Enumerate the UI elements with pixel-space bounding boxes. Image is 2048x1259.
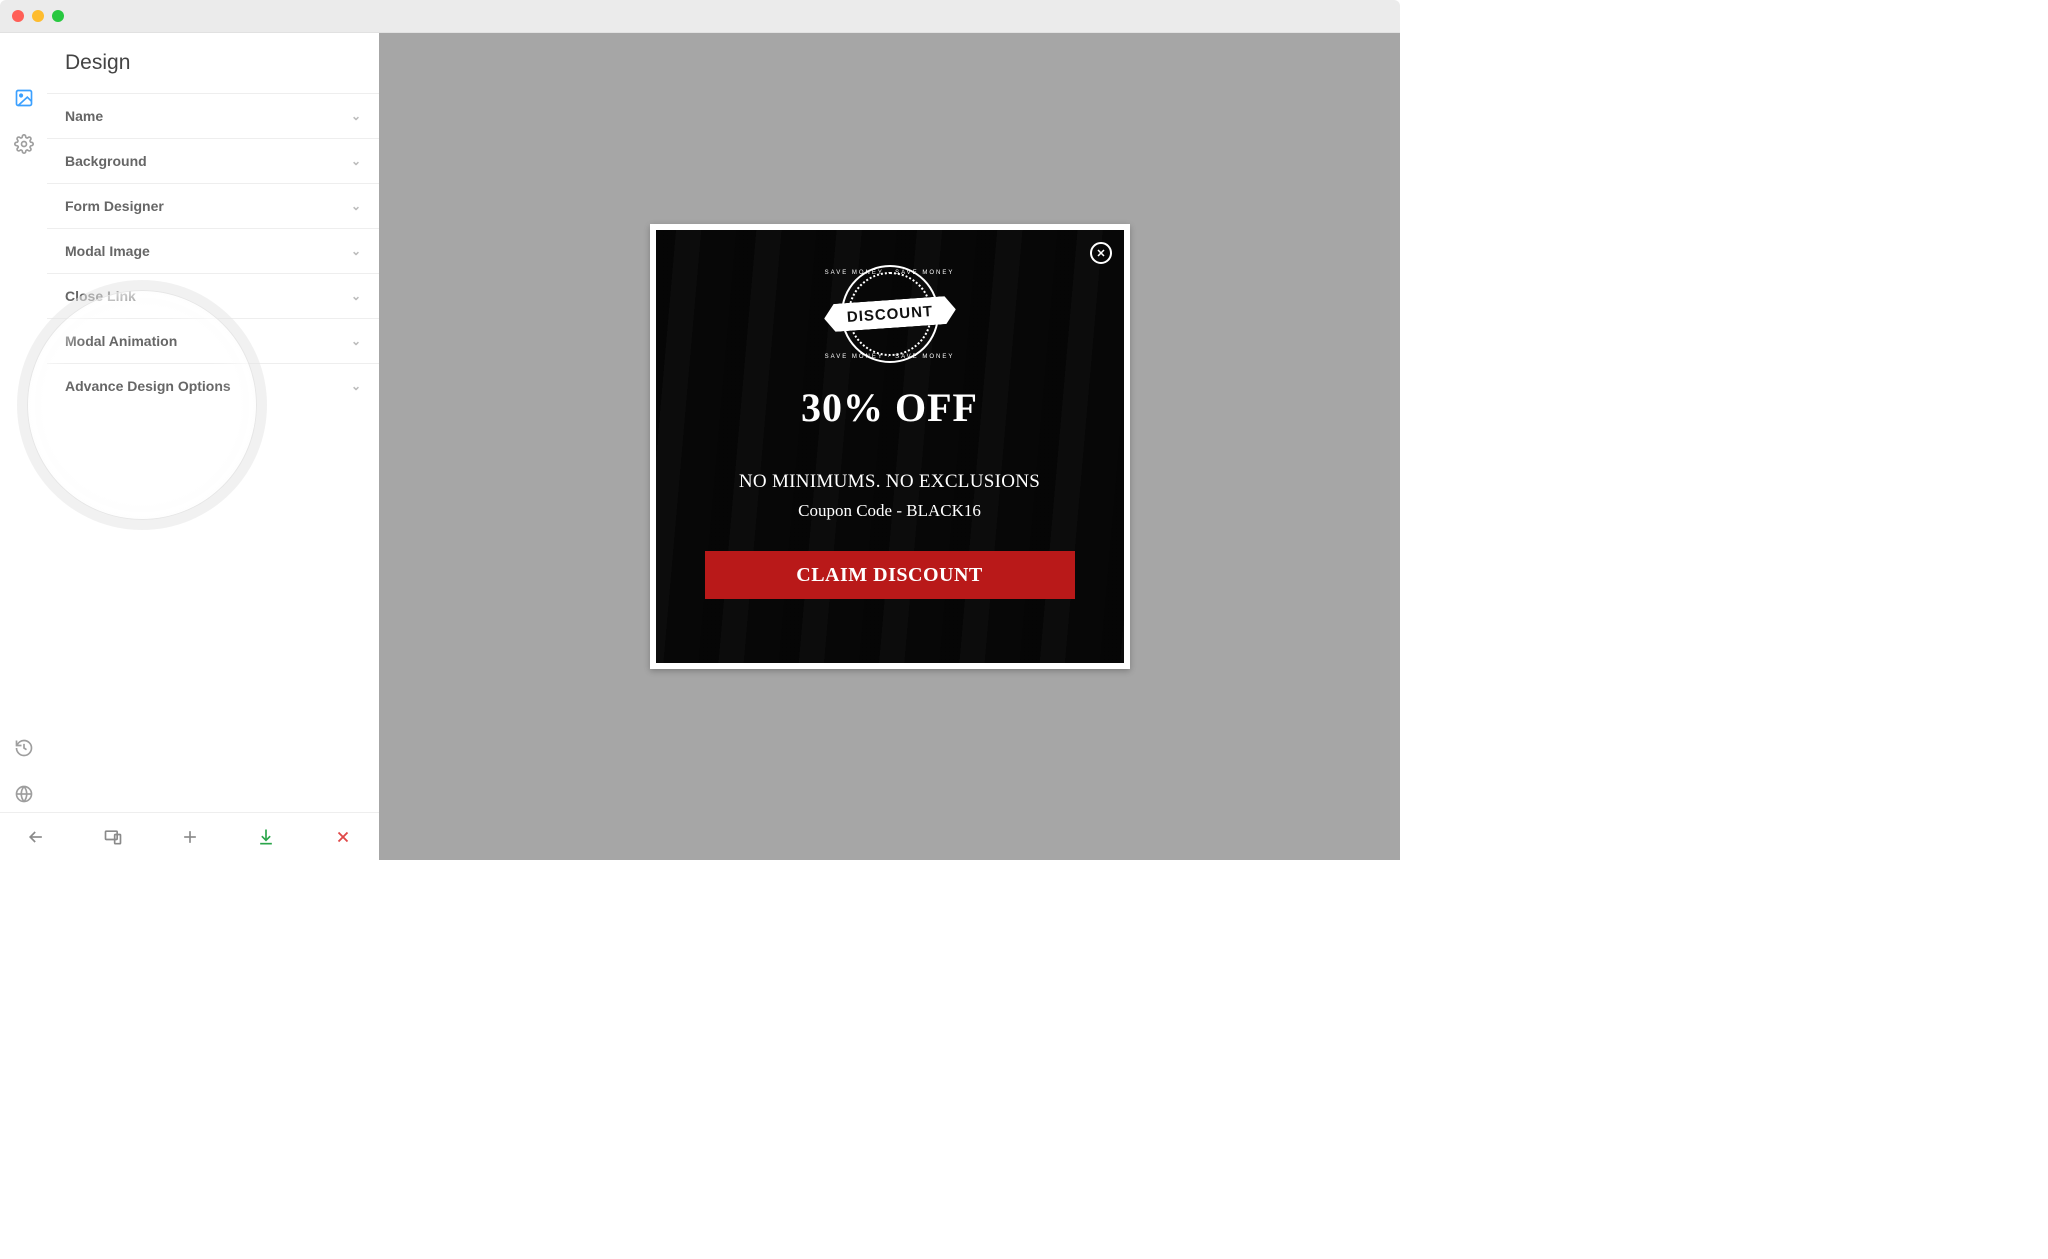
- left-rail: [0, 33, 47, 860]
- app-body: Design Name ⌄ Background ⌄ Form Designer…: [0, 33, 1400, 860]
- history-icon[interactable]: [14, 738, 34, 758]
- image-tab-icon[interactable]: [14, 88, 34, 108]
- bottom-toolbar: [0, 812, 379, 860]
- design-sidebar: Design Name ⌄ Background ⌄ Form Designer…: [47, 33, 379, 860]
- chevron-down-icon: ⌄: [351, 154, 361, 168]
- window-minimize-button[interactable]: [32, 10, 44, 22]
- settings-tab-icon[interactable]: [14, 134, 34, 154]
- accordion-label: Form Designer: [65, 198, 164, 214]
- delete-button[interactable]: [331, 825, 355, 849]
- accordion-label: Advance Design Options: [65, 378, 231, 394]
- modal-background: SAVE MONEY · SAVE MONEY DISCOUNT SAVE MO…: [656, 230, 1124, 663]
- accordion-background[interactable]: Background ⌄: [47, 138, 379, 183]
- window-titlebar: [0, 0, 1400, 33]
- preview-canvas: SAVE MONEY · SAVE MONEY DISCOUNT SAVE MO…: [379, 33, 1400, 860]
- add-button[interactable]: [178, 825, 202, 849]
- modal-subtext-1: NO MINIMUMS. NO EXCLUSIONS: [739, 471, 1040, 493]
- chevron-down-icon: ⌄: [351, 289, 361, 303]
- claim-discount-button[interactable]: CLAIM DISCOUNT: [705, 551, 1075, 599]
- modal-close-button[interactable]: [1090, 242, 1112, 264]
- chevron-down-icon: ⌄: [351, 199, 361, 213]
- badge-arc-text-top: SAVE MONEY · SAVE MONEY: [825, 270, 955, 276]
- accordion-label: Name: [65, 108, 103, 124]
- accordion-modal-animation[interactable]: Modal Animation ⌄: [47, 318, 379, 363]
- accordion-form-designer[interactable]: Form Designer ⌄: [47, 183, 379, 228]
- accordion-label: Background: [65, 153, 147, 169]
- window-close-button[interactable]: [12, 10, 24, 22]
- badge-arc-text-bottom: SAVE MONEY · SAVE MONEY: [825, 354, 955, 360]
- discount-badge: SAVE MONEY · SAVE MONEY DISCOUNT SAVE MO…: [830, 260, 950, 368]
- app-window: Design Name ⌄ Background ⌄ Form Designer…: [0, 0, 1400, 860]
- chevron-down-icon: ⌄: [351, 334, 361, 348]
- chevron-down-icon: ⌄: [351, 109, 361, 123]
- accordion-label: Modal Animation: [65, 333, 177, 349]
- modal-preview: SAVE MONEY · SAVE MONEY DISCOUNT SAVE MO…: [650, 224, 1130, 669]
- window-zoom-button[interactable]: [52, 10, 64, 22]
- modal-headline: 30% OFF: [801, 384, 978, 431]
- sidebar-title: Design: [47, 33, 379, 93]
- accordion-advance-design-options[interactable]: Advance Design Options ⌄: [47, 363, 379, 408]
- accordion-close-link[interactable]: Close Link ⌄: [47, 273, 379, 318]
- chevron-down-icon: ⌄: [351, 244, 361, 258]
- back-button[interactable]: [24, 825, 48, 849]
- save-button[interactable]: [254, 825, 278, 849]
- accordion-name[interactable]: Name ⌄: [47, 93, 379, 138]
- accordion-modal-image[interactable]: Modal Image ⌄: [47, 228, 379, 273]
- modal-subtext-2: Coupon Code - BLACK16: [798, 501, 981, 521]
- chevron-down-icon: ⌄: [351, 379, 361, 393]
- accordion-label: Modal Image: [65, 243, 150, 259]
- devices-button[interactable]: [101, 825, 125, 849]
- accordion-label: Close Link: [65, 288, 136, 304]
- globe-icon[interactable]: [14, 784, 34, 804]
